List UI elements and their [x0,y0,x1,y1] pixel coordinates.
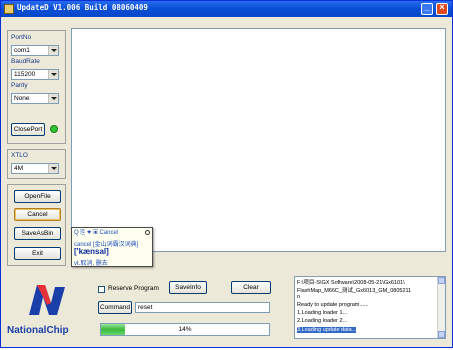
dictionary-popup: Q ⎘ ✦ ▣ Cancel cancel [金山词霸汉词典] ['kænsal… [71,227,153,267]
xtlo-value: 4M [14,165,24,172]
port-label: PortNo [11,34,32,41]
updater-window: UpdateD V1.006 Build 08060409 _ × PortNo… [0,0,453,348]
port-select[interactable]: com1 [11,45,59,56]
xtlo-label: XTLO [11,152,28,159]
reserve-program-checkbox[interactable] [98,286,105,293]
command-input[interactable]: reset [135,302,270,313]
pin-icon[interactable] [145,230,150,235]
chevron-down-icon[interactable] [48,70,58,79]
nationalchip-logo-icon [29,285,65,315]
save-info-button[interactable]: SaveInfo [169,281,207,294]
command-button[interactable]: Command [98,301,132,314]
close-button[interactable]: × [436,2,448,15]
scroll-down-icon[interactable] [438,331,445,338]
reserve-program-label: Reserve Program [108,285,159,292]
save-as-bin-button[interactable]: SaveAsBin [14,227,61,240]
clear-button[interactable]: Clear [231,281,271,294]
close-port-button[interactable]: ClosePort [11,123,45,136]
output-area[interactable] [71,28,446,252]
progress-percent: 14% [178,326,192,333]
parity-value: None [14,95,30,102]
chevron-down-icon[interactable] [48,46,58,55]
xtlo-select[interactable]: 4M [11,163,59,174]
popup-toolbar[interactable]: Q ⎘ ✦ ▣ Cancel [74,230,118,237]
brand-name: NationalChip [7,325,69,336]
minimize-button[interactable]: _ [421,2,433,15]
cancel-button[interactable]: Cancel [14,208,61,221]
close-icon: × [439,2,445,12]
log-line-selected: 3.Loading update data... [297,327,357,333]
log-line: FlashMap_M66C_测试_Gx6013_GM_0805211 [297,288,412,294]
window-title: UpdateD V1.006 Build 08060409 [17,3,148,12]
log-line: Ready to update program...... [297,302,369,308]
log-scrollbar[interactable] [437,277,445,338]
minimize-icon: _ [424,2,430,12]
baud-label: BaudRate [11,58,40,65]
app-icon [4,4,14,14]
exit-button[interactable]: Exit [14,247,61,260]
baud-value: 115200 [14,71,36,78]
baud-select[interactable]: 115200 [11,69,59,80]
popup-meaning: vt.取消, 删去 [74,261,108,267]
chevron-down-icon[interactable] [48,164,58,173]
log-line: 2.Loading loader 2... [297,318,348,324]
log-line: n [297,294,301,300]
parity-label: Parity [11,82,28,89]
parity-select[interactable]: None [11,93,59,104]
open-file-button[interactable]: OpenFile [14,190,61,203]
scroll-up-icon[interactable] [438,277,445,284]
popup-phonetic: ['kænsal] [74,247,109,256]
log-list[interactable]: F:\项目-S\GX Software\2008-05-21\Gx6101\ F… [294,276,446,339]
chevron-down-icon[interactable] [48,94,58,103]
port-status-indicator [50,125,58,133]
port-value: com1 [14,47,30,54]
log-line: 1.Loading loader 1... [297,310,348,316]
progress-bar: 14% [100,323,270,336]
log-line: F:\项目-S\GX Software\2008-05-21\Gx6101\ [297,280,405,286]
title-bar[interactable]: UpdateD V1.006 Build 08060409 _ × [1,1,452,17]
